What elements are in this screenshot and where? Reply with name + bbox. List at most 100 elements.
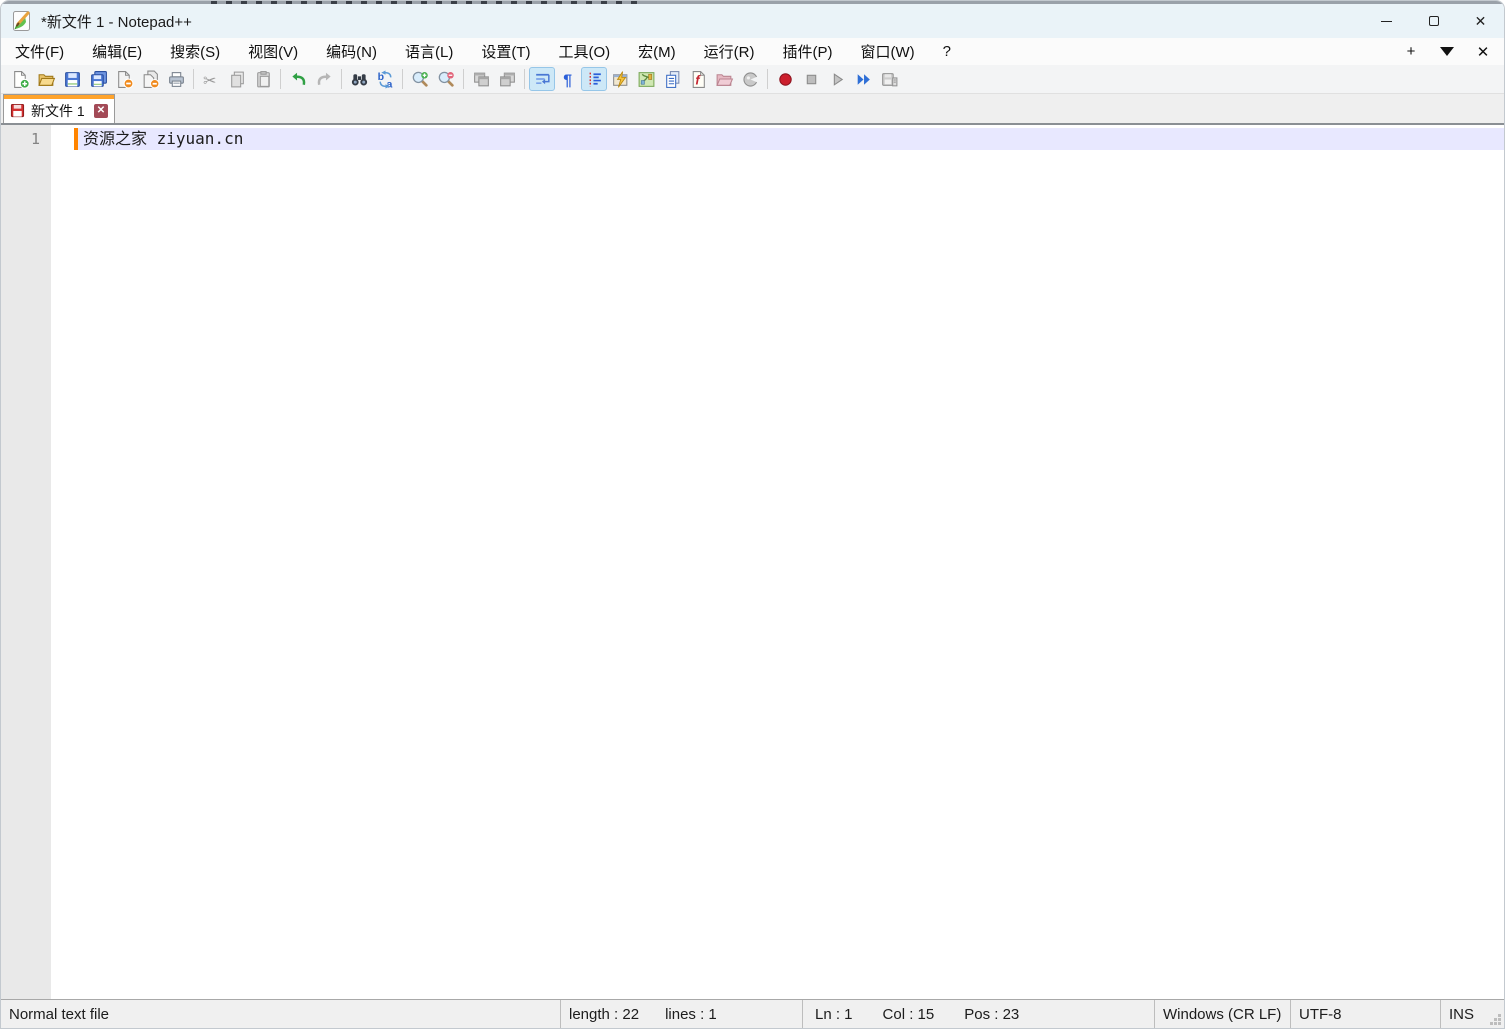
menu-bar: 文件(F) 编辑(E) 搜索(S) 视图(V) 编码(N) 语言(L) 设置(T… (1, 38, 1504, 65)
tab-bar: 新文件 1 ✕ (1, 94, 1504, 125)
close-tab-button[interactable]: ✕ (1472, 42, 1494, 62)
menu-macro[interactable]: 宏(M) (628, 38, 686, 65)
copy-button[interactable] (224, 67, 250, 91)
length-label: length : 22 (569, 1006, 639, 1023)
current-line-highlight: 资源之家 ziyuan.cn (74, 128, 1504, 150)
undo-button[interactable] (285, 67, 311, 91)
macro-run-multiple-button[interactable] (850, 67, 876, 91)
menu-plugins[interactable]: 插件(P) (772, 38, 842, 65)
replace-button[interactable]: ba (372, 67, 398, 91)
title-bar: *新文件 1 - Notepad++ ✕ (1, 4, 1504, 38)
record-icon (776, 70, 795, 89)
play-icon (828, 70, 847, 89)
doc-type-label: Normal text file (9, 1006, 109, 1023)
new-file-button[interactable] (7, 67, 33, 91)
print-button[interactable] (163, 67, 189, 91)
line-number-gutter: 1 (1, 125, 51, 999)
length-status: length : 22 lines : 1 (560, 1000, 802, 1028)
menu-help[interactable]: ? (933, 40, 961, 63)
minimize-button[interactable] (1363, 4, 1410, 38)
menu-view[interactable]: 视图(V) (238, 38, 308, 65)
undo-icon (289, 70, 308, 89)
document-map-icon (637, 70, 656, 89)
document-map-button[interactable] (633, 67, 659, 91)
encoding-status[interactable]: UTF-8 (1290, 1000, 1440, 1028)
menu-run[interactable]: 运行(R) (694, 38, 765, 65)
text-content-area[interactable]: 资源之家 ziyuan.cn (74, 125, 1504, 999)
save-macro-icon (880, 70, 899, 89)
word-wrap-button[interactable] (529, 67, 555, 91)
menu-language[interactable]: 语言(L) (395, 38, 463, 65)
save-button[interactable] (59, 67, 85, 91)
save-all-icon (89, 70, 108, 89)
monitoring-button[interactable] (737, 67, 763, 91)
paste-button[interactable] (250, 67, 276, 91)
sync-vertical-scroll-icon (472, 70, 491, 89)
define-language-button[interactable] (607, 67, 633, 91)
line-text: 资源之家 ziyuan.cn (78, 128, 243, 150)
bookmark-margin[interactable] (51, 125, 74, 999)
minimize-icon (1381, 21, 1392, 22)
document-list-button[interactable] (659, 67, 685, 91)
toolbar-separator (402, 69, 403, 89)
cut-button[interactable]: ✂ (198, 67, 224, 91)
function-list-button[interactable]: f (685, 67, 711, 91)
resize-grip[interactable] (1489, 1013, 1502, 1026)
toolbar-separator (524, 69, 525, 89)
folder-as-workspace-icon (715, 70, 734, 89)
window-title: *新文件 1 - Notepad++ (41, 11, 192, 32)
tab-new-file-1[interactable]: 新文件 1 ✕ (3, 94, 115, 123)
close-file-button[interactable] (111, 67, 137, 91)
tab-list-dropdown-button[interactable] (1436, 42, 1458, 62)
stop-icon (802, 70, 821, 89)
run-multiple-icon (854, 70, 873, 89)
menu-tools[interactable]: 工具(O) (548, 38, 620, 65)
show-indent-guide-button[interactable] (581, 67, 607, 91)
zoom-in-button[interactable] (407, 67, 433, 91)
menu-settings[interactable]: 设置(T) (471, 38, 540, 65)
macro-stop-button[interactable] (798, 67, 824, 91)
word-wrap-icon (533, 70, 552, 89)
document-list-icon (663, 70, 682, 89)
macro-save-button[interactable] (876, 67, 902, 91)
menu-search[interactable]: 搜索(S) (160, 38, 230, 65)
show-all-characters-button[interactable]: ¶ (555, 67, 581, 91)
menu-encoding[interactable]: 编码(N) (316, 38, 387, 65)
menu-window[interactable]: 窗口(W) (850, 38, 924, 65)
notepad-plus-plus-window: *新文件 1 - Notepad++ ✕ 文件(F) 编辑(E) 搜索(S) 视… (0, 0, 1505, 1029)
encoding-label: UTF-8 (1299, 1006, 1342, 1023)
tab-close-button[interactable]: ✕ (94, 104, 108, 118)
folder-as-workspace-button[interactable] (711, 67, 737, 91)
zoom-out-button[interactable] (433, 67, 459, 91)
svg-text:¶: ¶ (563, 72, 572, 89)
close-button[interactable]: ✕ (1457, 4, 1504, 38)
line-number: 1 (1, 128, 51, 150)
macro-record-button[interactable] (772, 67, 798, 91)
editor-area[interactable]: 1 资源之家 ziyuan.cn (1, 125, 1504, 999)
redo-icon (315, 70, 334, 89)
redo-button[interactable] (311, 67, 337, 91)
open-file-button[interactable] (33, 67, 59, 91)
toolbar-separator (463, 69, 464, 89)
background-window-sliver (1, 1, 1504, 4)
sync-horizontal-scroll-button[interactable] (494, 67, 520, 91)
zoom-in-icon (411, 70, 430, 89)
menu-file[interactable]: 文件(F) (5, 38, 74, 65)
new-tab-button[interactable]: + (1400, 42, 1422, 62)
menu-edit[interactable]: 编辑(E) (82, 38, 152, 65)
find-button[interactable] (346, 67, 372, 91)
eol-format-status[interactable]: Windows (CR LF) (1154, 1000, 1290, 1028)
function-list-icon: f (689, 70, 708, 89)
svg-text:✂: ✂ (203, 72, 216, 88)
copy-icon (228, 70, 247, 89)
macro-play-button[interactable] (824, 67, 850, 91)
sync-vertical-scroll-button[interactable] (468, 67, 494, 91)
paste-icon (254, 70, 273, 89)
background-window-fragments (211, 1, 641, 4)
typing-mode-label: INS (1449, 1006, 1474, 1023)
define-language-icon (611, 70, 630, 89)
save-icon (63, 70, 82, 89)
maximize-button[interactable] (1410, 4, 1457, 38)
save-all-button[interactable] (85, 67, 111, 91)
close-all-button[interactable] (137, 67, 163, 91)
